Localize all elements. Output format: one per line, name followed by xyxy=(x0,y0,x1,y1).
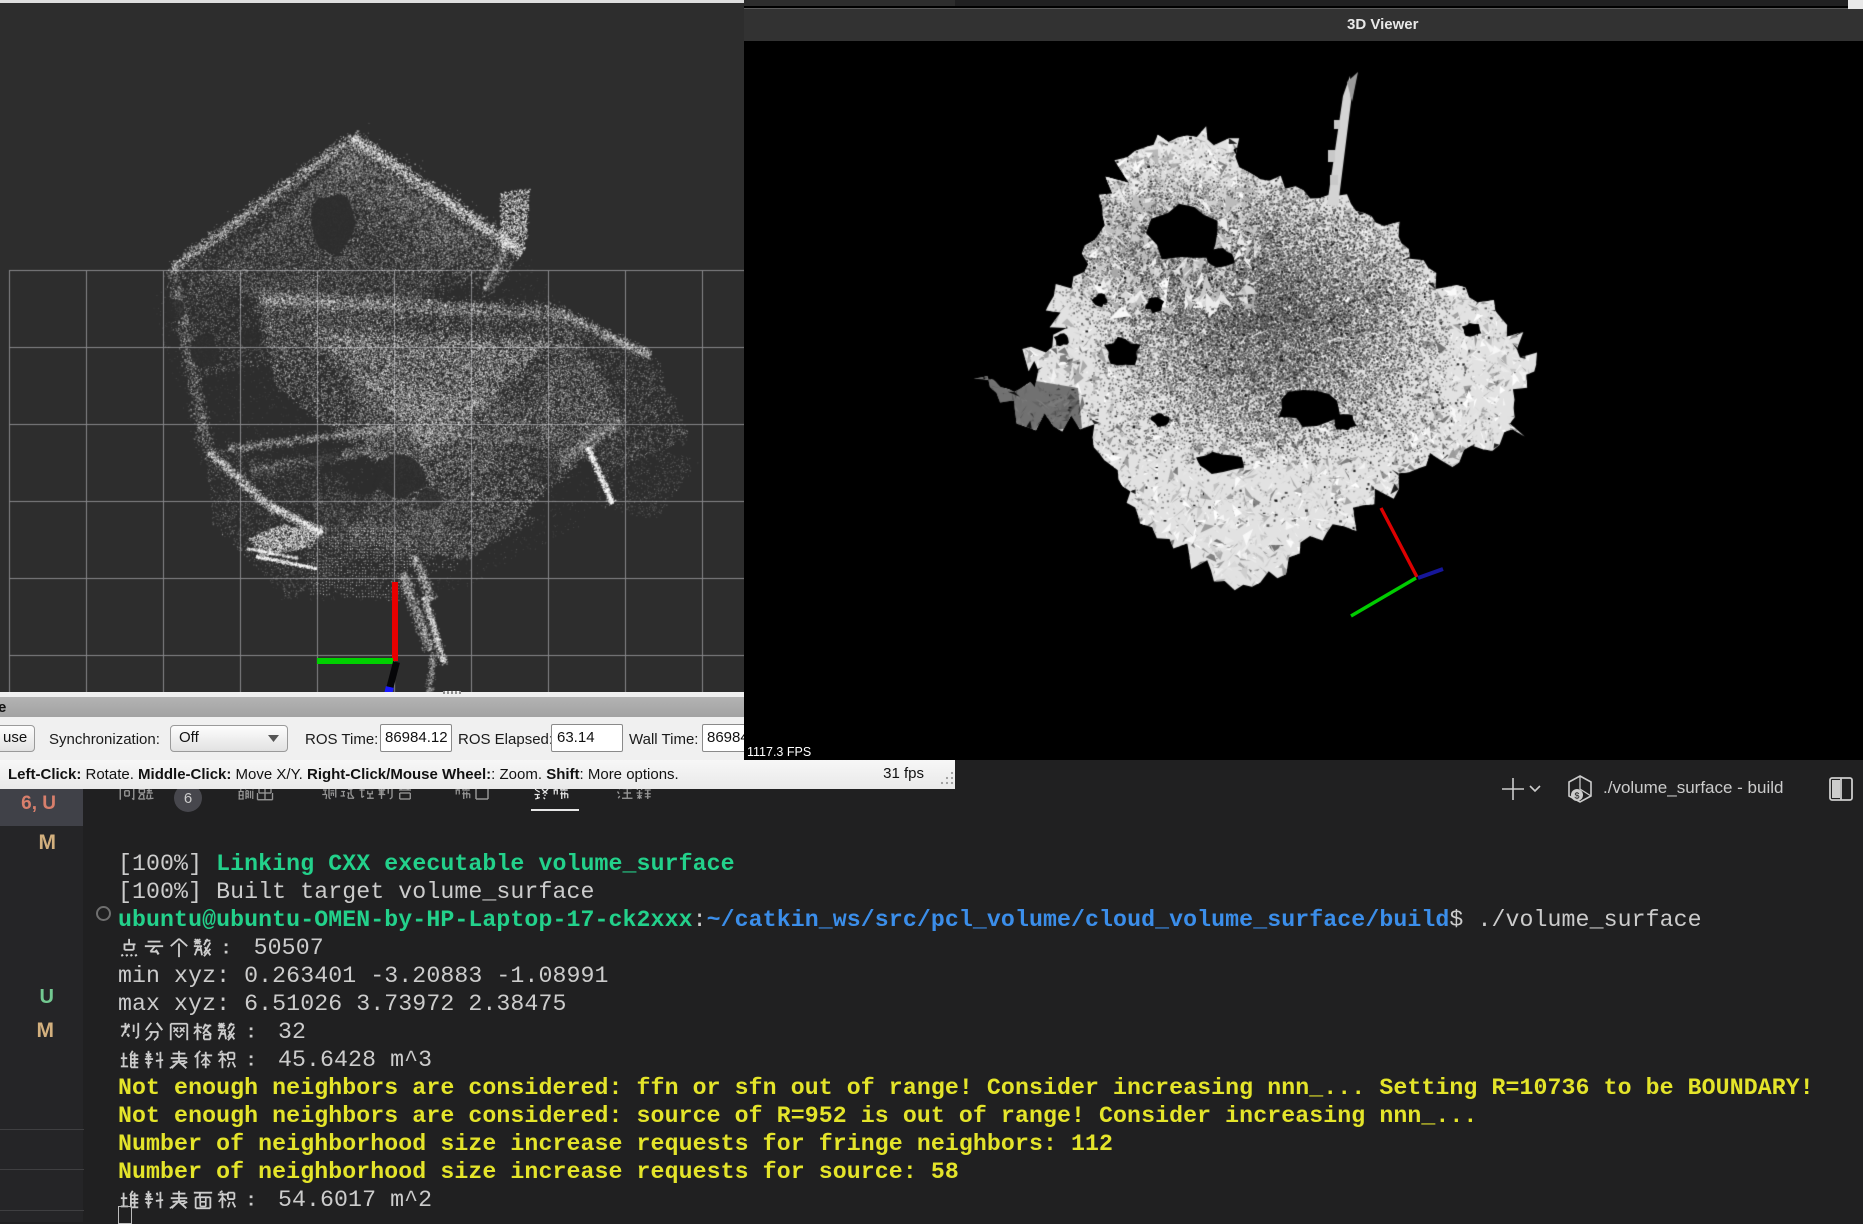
svg-text:$: $ xyxy=(1574,792,1580,802)
